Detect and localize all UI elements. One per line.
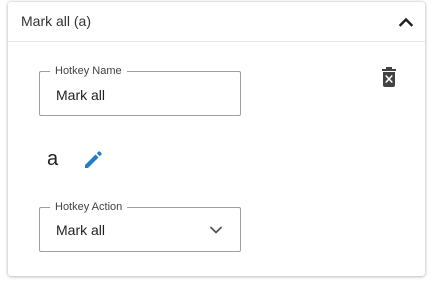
delete-icon[interactable] bbox=[380, 66, 398, 88]
pencil-icon[interactable] bbox=[82, 149, 104, 171]
hotkey-name-field[interactable]: Hotkey Name bbox=[39, 64, 241, 116]
hotkey-action-select[interactable]: Hotkey Action Mark all bbox=[39, 200, 241, 252]
hotkey-name-label: Hotkey Name bbox=[50, 64, 127, 78]
hotkey-action-value: Mark all bbox=[56, 222, 106, 238]
hotkey-card: Mark all (a) Hotkey Name a Hotkey Action… bbox=[8, 2, 425, 276]
hotkey-action-label: Hotkey Action bbox=[50, 200, 128, 214]
hotkey-key: a bbox=[47, 148, 59, 170]
chevron-up-icon[interactable] bbox=[397, 13, 415, 31]
hotkey-card-title: Mark all (a) bbox=[21, 13, 92, 29]
hotkey-name-input[interactable] bbox=[56, 86, 236, 104]
hotkey-card-header[interactable]: Mark all (a) bbox=[8, 2, 425, 42]
chevron-down-icon bbox=[208, 222, 224, 238]
